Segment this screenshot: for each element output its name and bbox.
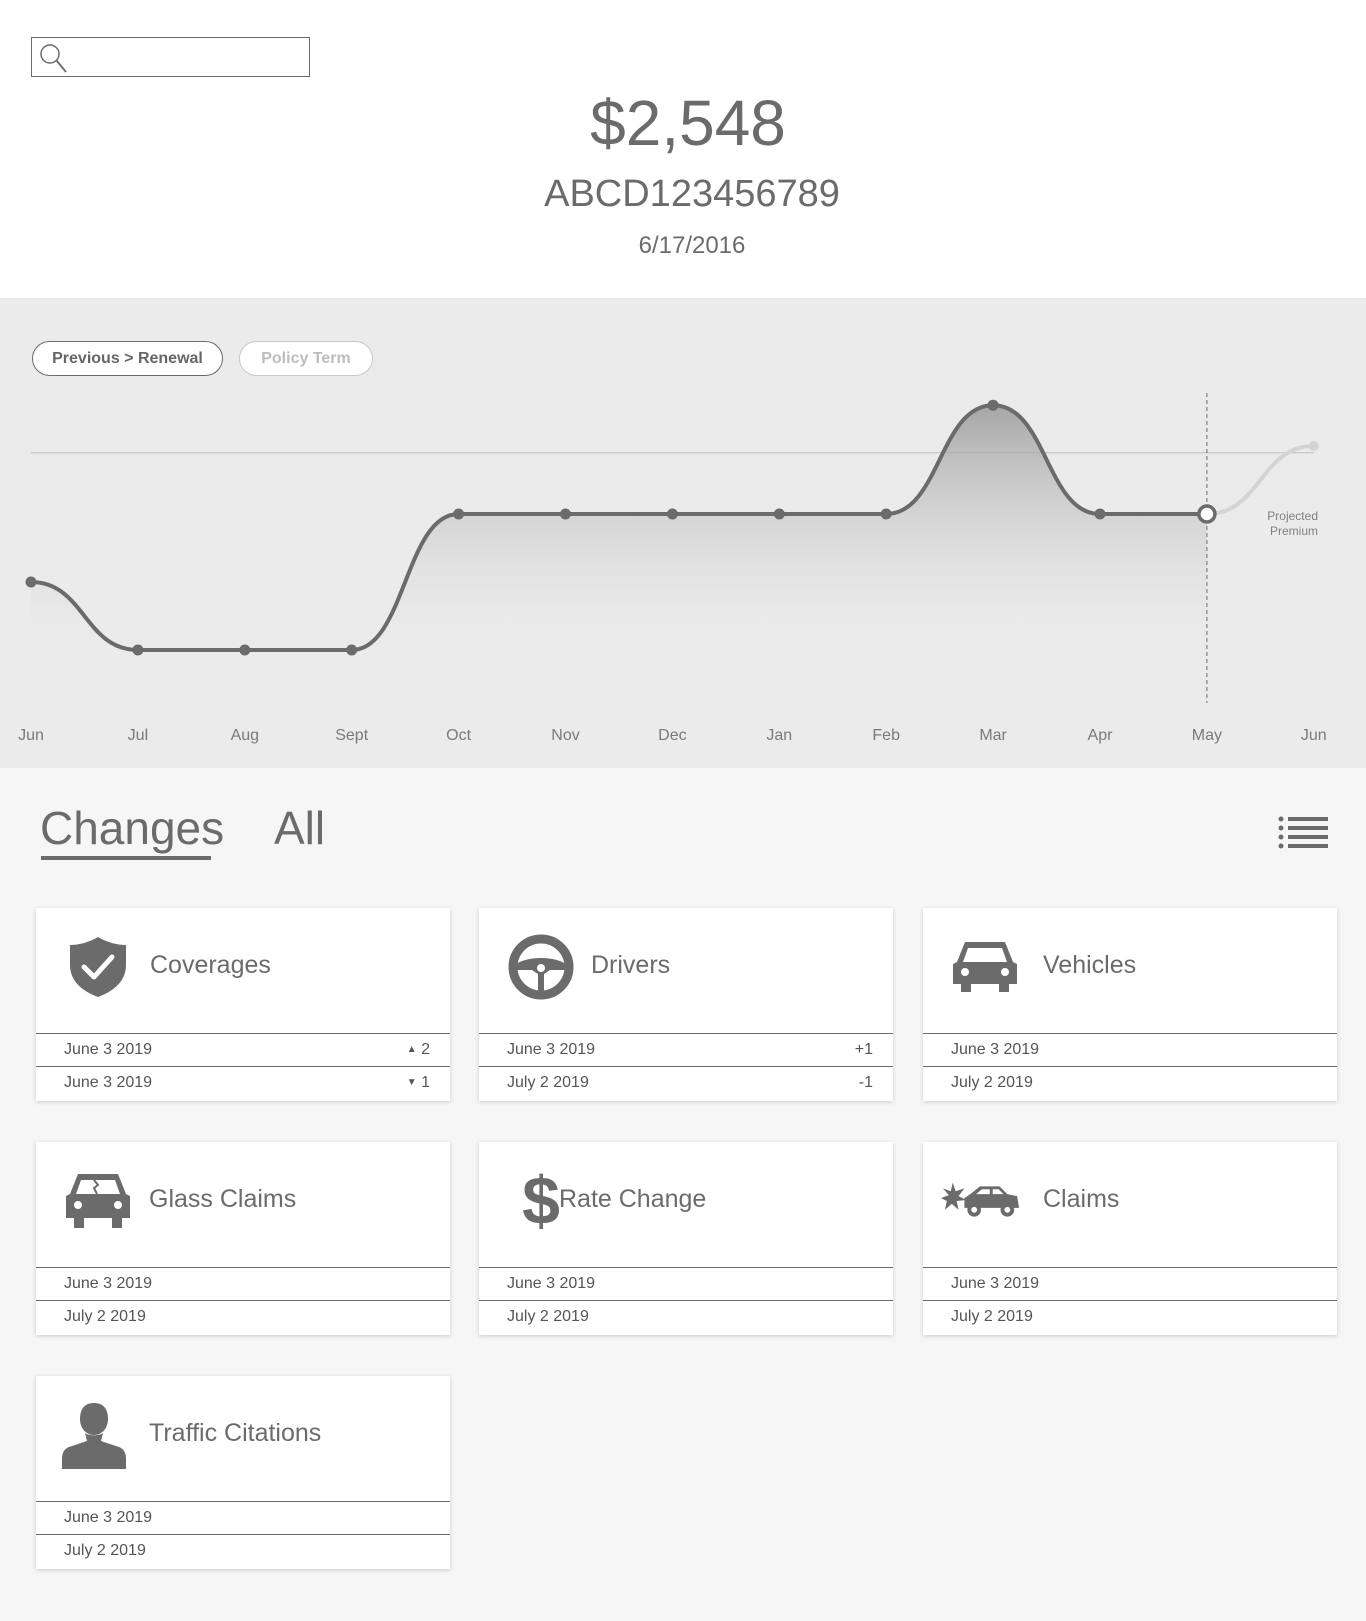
list-item: July 2 2019 xyxy=(36,1300,450,1333)
card-title: Vehicles xyxy=(1043,951,1137,979)
x-tick-label: Sept xyxy=(335,727,368,744)
data-point[interactable] xyxy=(1094,508,1106,520)
projected-premium-label: Premium xyxy=(1270,524,1318,538)
cracked-windshield-car-icon xyxy=(58,1166,138,1236)
change-date: July 2 2019 xyxy=(64,1542,146,1559)
list-item: July 2 2019 xyxy=(479,1300,893,1333)
shield-check-icon xyxy=(58,932,138,1002)
change-date: July 2 2019 xyxy=(507,1074,589,1091)
current-data-point[interactable] xyxy=(1197,504,1217,524)
list-item: July 2 2019 xyxy=(923,1066,1337,1099)
policy-date: 6/17/2016 xyxy=(638,232,746,259)
change-date: June 3 2019 xyxy=(64,1275,153,1292)
list-item: July 2 2019 -1 xyxy=(479,1066,893,1099)
search-box[interactable] xyxy=(31,37,310,77)
change-value: 1 xyxy=(421,1074,430,1091)
projected-premium-label: Projected xyxy=(1267,509,1318,523)
change-date: June 3 2019 xyxy=(64,1041,153,1058)
list-item: June 3 2019 ▼ 1 xyxy=(36,1066,450,1099)
list-item: June 3 2019 xyxy=(479,1267,893,1300)
card-claims[interactable]: Claims June 3 2019 July 2 2019 xyxy=(923,1142,1337,1335)
change-date: June 3 2019 xyxy=(951,1041,1040,1058)
search-icon xyxy=(40,44,67,73)
card-traffic-citations[interactable]: Traffic Citations June 3 2019 July 2 201… xyxy=(36,1376,450,1569)
change-value: -1 xyxy=(858,1074,873,1091)
change-date: July 2 2019 xyxy=(951,1308,1033,1325)
search-input[interactable] xyxy=(72,42,302,72)
card-title: Glass Claims xyxy=(149,1185,297,1213)
list-item: July 2 2019 xyxy=(36,1534,450,1567)
card-rate-change[interactable]: $ Rate Change June 3 2019 July 2 2019 xyxy=(479,1142,893,1335)
premium-chart: Jun Jul Aug Sept Oct Nov Dec Jan Feb Mar Apr May Jun… xyxy=(18,393,1327,744)
x-tick-label: May xyxy=(1192,727,1222,744)
card-vehicles[interactable]: Vehicles June 3 2019 July 2 2019 xyxy=(923,908,1337,1101)
x-tick-label: Aug xyxy=(231,727,259,744)
steering-wheel-icon xyxy=(501,932,581,1002)
list-item: June 3 2019 xyxy=(923,1033,1337,1066)
premium-area-fill xyxy=(31,405,1207,650)
change-date: July 2 2019 xyxy=(951,1074,1033,1091)
card-title: Drivers xyxy=(591,951,671,979)
x-tick-label: Feb xyxy=(872,727,900,744)
change-date: June 3 2019 xyxy=(64,1509,153,1526)
data-point[interactable] xyxy=(239,644,251,656)
change-date: June 3 2019 xyxy=(507,1041,596,1058)
change-value: +1 xyxy=(854,1041,873,1058)
person-icon xyxy=(54,1400,134,1470)
x-tick-label: Jul xyxy=(128,727,148,744)
change-value: 2 xyxy=(421,1041,430,1058)
data-point[interactable] xyxy=(453,508,465,520)
list-icon xyxy=(1278,816,1328,849)
data-point[interactable] xyxy=(987,399,999,411)
card-title: Traffic Citations xyxy=(149,1419,322,1447)
data-point[interactable] xyxy=(880,508,892,520)
car-crash-icon xyxy=(941,1166,1021,1236)
x-tick-label: Apr xyxy=(1088,727,1114,744)
tab-changes[interactable]: Changes xyxy=(40,801,224,855)
change-date: June 3 2019 xyxy=(951,1275,1040,1292)
card-drivers[interactable]: Drivers June 3 2019 +1 July 2 2019 -1 xyxy=(479,908,893,1101)
list-item: June 3 2019 xyxy=(36,1267,450,1300)
data-point[interactable] xyxy=(25,576,37,588)
projected-data-point xyxy=(1308,441,1319,451)
data-point[interactable] xyxy=(346,644,358,656)
card-glass-claims[interactable]: Glass Claims June 3 2019 July 2 2019 xyxy=(36,1142,450,1335)
policy-number: ABCD123456789 xyxy=(544,173,840,215)
list-item: June 3 2019 +1 xyxy=(479,1033,893,1066)
x-tick-label: Dec xyxy=(658,727,686,744)
x-tick-label: Jun xyxy=(18,727,44,744)
data-point[interactable] xyxy=(773,508,785,520)
active-tab-indicator xyxy=(41,856,211,860)
change-date: June 3 2019 xyxy=(64,1074,153,1091)
car-icon xyxy=(945,932,1025,1002)
premium-amount: $2,548 xyxy=(590,87,786,159)
projected-premium-line xyxy=(1206,444,1314,516)
card-title: Coverages xyxy=(150,951,271,979)
x-tick-label: Nov xyxy=(551,727,579,744)
change-date: June 3 2019 xyxy=(507,1275,596,1292)
x-tick-label: Jun xyxy=(1301,727,1327,744)
premium-chart-panel: Previous > Renewal Policy Term Jun Jul Aug… xyxy=(0,298,1366,768)
list-item: July 2 2019 xyxy=(923,1300,1337,1333)
tab-all[interactable]: All xyxy=(274,801,325,855)
change-date: July 2 2019 xyxy=(64,1308,146,1325)
change-date: July 2 2019 xyxy=(507,1308,589,1325)
trend-down-icon: ▼ xyxy=(406,1077,417,1088)
data-point[interactable] xyxy=(666,508,678,520)
data-point[interactable] xyxy=(132,644,144,656)
list-view-button[interactable] xyxy=(1277,815,1329,851)
data-point[interactable] xyxy=(560,508,571,520)
trend-up-icon: ▲ xyxy=(406,1044,417,1055)
list-item: June 3 2019 xyxy=(923,1267,1337,1300)
x-tick-label: Oct xyxy=(446,727,471,744)
list-item: June 3 2019 xyxy=(36,1501,450,1534)
x-tick-label: Mar xyxy=(979,727,1007,744)
list-item: June 3 2019 ▲ 2 xyxy=(36,1033,450,1066)
x-tick-label: Jan xyxy=(766,727,792,744)
card-coverages[interactable]: Coverages June 3 2019 ▲ 2 June 3 2019 ▼ … xyxy=(36,908,450,1101)
summary-header: $2,548 ABCD123456789 6/17/2016 xyxy=(0,0,1366,298)
card-title: Claims xyxy=(1043,1185,1120,1213)
card-title: Rate Change xyxy=(559,1185,707,1213)
